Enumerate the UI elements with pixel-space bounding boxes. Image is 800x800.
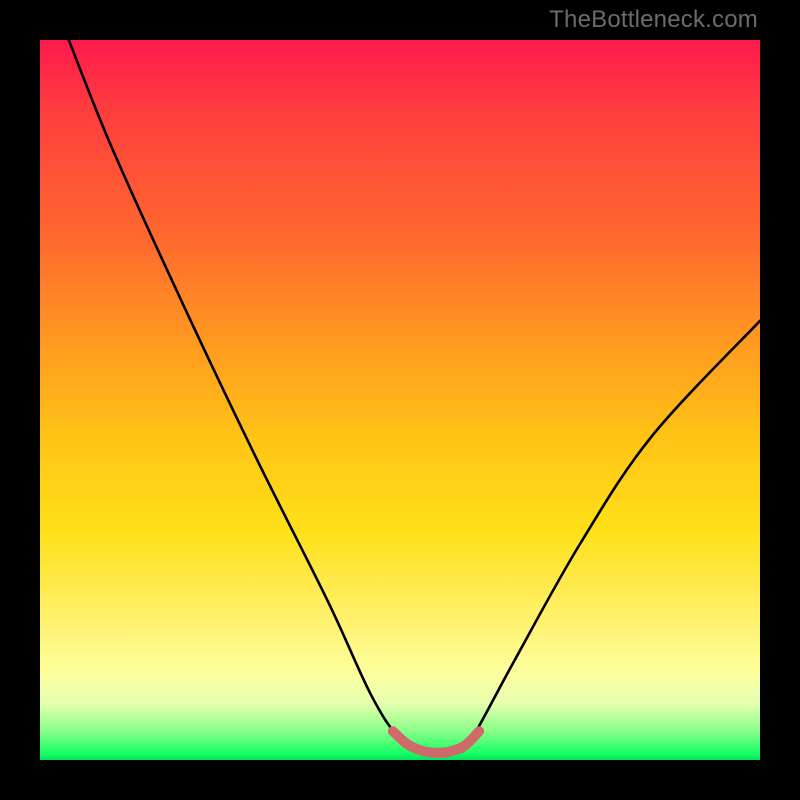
curve-svg <box>40 40 760 760</box>
bottleneck-curve <box>69 40 760 755</box>
watermark-text: TheBottleneck.com <box>549 6 758 34</box>
plot-area <box>40 40 760 760</box>
chart-frame: TheBottleneck.com <box>0 0 800 800</box>
optimal-region-marker <box>393 731 479 753</box>
